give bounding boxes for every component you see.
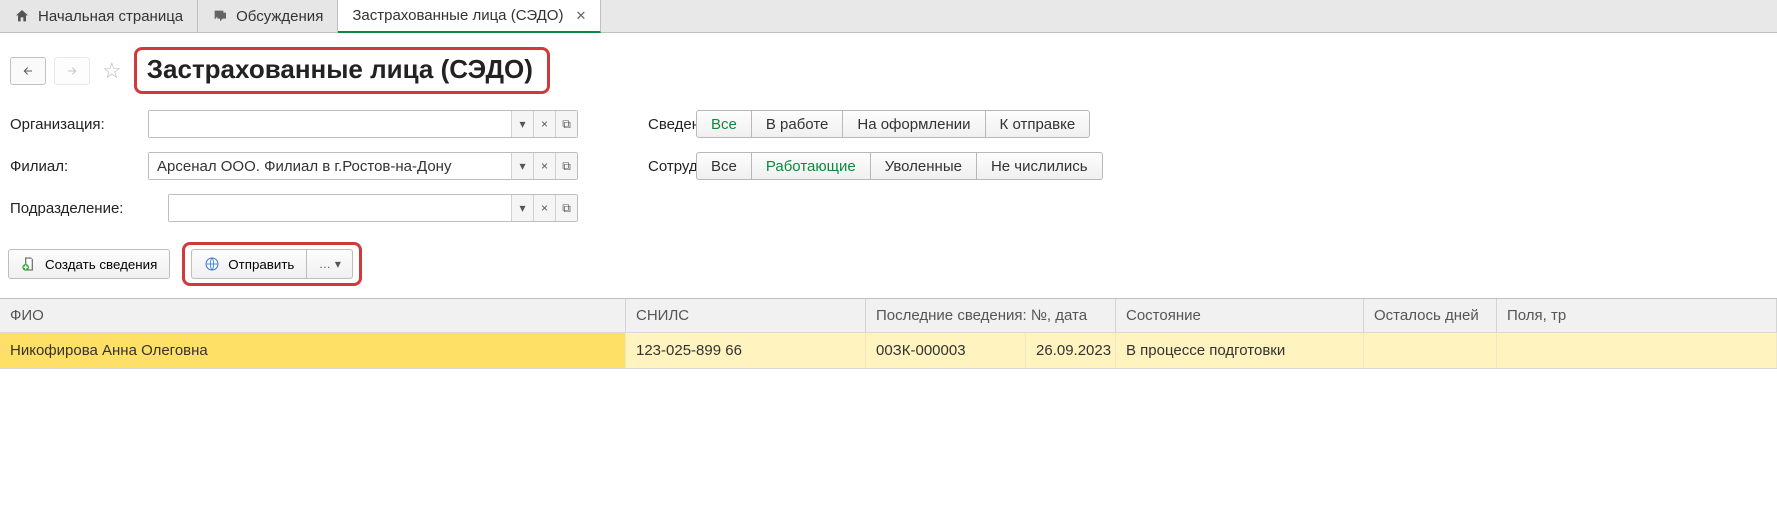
tab-label: Начальная страница [38, 8, 183, 25]
cell-num: 00ЗК-000003 [866, 333, 1026, 368]
tabs-bar: Начальная страница Обсуждения Застрахова… [0, 0, 1777, 33]
branch-input[interactable] [149, 153, 511, 179]
cell-fields [1497, 333, 1777, 368]
tab-label: Застрахованные лица (СЭДО) [352, 7, 563, 24]
send-button[interactable]: Отправить [191, 249, 307, 279]
seg-tosend[interactable]: К отправке [985, 110, 1091, 138]
org-combo: ▾ × ⧉ [148, 110, 578, 138]
svedeniya-segment: Все В работе На оформлении К отправке [696, 110, 1090, 138]
more-label: … [319, 257, 331, 271]
nav-back-button[interactable] [10, 57, 46, 85]
table-row[interactable]: Никофирова Анна Олеговна 123-025-899 66 … [0, 333, 1777, 369]
col-status[interactable]: Состояние [1116, 299, 1364, 332]
clear-icon[interactable]: × [533, 111, 555, 137]
org-label: Организация: [8, 116, 148, 133]
home-icon [14, 8, 30, 24]
svedeniya-label: Сведения: [578, 116, 684, 133]
title-highlight: Застрахованные лица (СЭДО) [134, 47, 550, 94]
page-header: ☆ Застрахованные лица (СЭДО) [0, 33, 1777, 98]
close-icon[interactable]: ✕ [575, 8, 586, 24]
tab-discussions[interactable]: Обсуждения [198, 0, 338, 32]
col-fio[interactable]: ФИО [0, 299, 626, 332]
seg-dismissed[interactable]: Уволенные [870, 152, 977, 180]
sotrudniki-segment: Все Работающие Уволенные Не числились [696, 152, 1103, 180]
tab-label: Обсуждения [236, 8, 323, 25]
seg-notlisted[interactable]: Не числились [976, 152, 1103, 180]
cell-date: 26.09.2023 [1026, 333, 1116, 368]
clear-icon[interactable]: × [533, 195, 555, 221]
branch-combo: ▾ × ⧉ [148, 152, 578, 180]
seg-all[interactable]: Все [696, 110, 752, 138]
nav-forward-button[interactable] [54, 57, 90, 85]
create-label: Создать сведения [45, 257, 157, 272]
chevron-down-icon: ▾ [335, 257, 341, 271]
chat-icon [212, 8, 228, 24]
cell-daysleft [1364, 333, 1497, 368]
grid-header: ФИО СНИЛС Последние сведения: №, дата Со… [0, 299, 1777, 333]
filters: Организация: ▾ × ⧉ Сведения: Все В работ… [0, 98, 1777, 222]
branch-label: Филиал: [8, 158, 148, 175]
col-snils[interactable]: СНИЛС [626, 299, 866, 332]
seg-inwork[interactable]: В работе [751, 110, 844, 138]
org-input[interactable] [149, 111, 511, 137]
cell-snils: 123-025-899 66 [626, 333, 866, 368]
dept-combo: ▾ × ⧉ [168, 194, 578, 222]
dropdown-icon[interactable]: ▾ [511, 153, 533, 179]
create-button[interactable]: Создать сведения [8, 249, 170, 279]
col-daysleft[interactable]: Осталось дней [1364, 299, 1497, 332]
dept-label: Подразделение: [8, 200, 168, 217]
send-highlight: Отправить … ▾ [182, 242, 362, 286]
toolbar: Создать сведения Отправить … ▾ [0, 236, 1777, 298]
clear-icon[interactable]: × [533, 153, 555, 179]
open-icon[interactable]: ⧉ [555, 153, 577, 179]
document-add-icon [21, 256, 37, 272]
seg-working[interactable]: Работающие [751, 152, 871, 180]
favorite-icon[interactable]: ☆ [98, 58, 126, 84]
seg-processing[interactable]: На оформлении [842, 110, 985, 138]
seg-all-emp[interactable]: Все [696, 152, 752, 180]
dept-input[interactable] [169, 195, 511, 221]
send-splitbutton: Отправить … ▾ [191, 249, 353, 279]
grid: ФИО СНИЛС Последние сведения: №, дата Со… [0, 298, 1777, 369]
tab-home[interactable]: Начальная страница [0, 0, 198, 32]
cell-status: В процессе подготовки [1116, 333, 1364, 368]
dropdown-icon[interactable]: ▾ [511, 195, 533, 221]
tab-insured-persons[interactable]: Застрахованные лица (СЭДО) ✕ [338, 0, 601, 33]
page-title: Застрахованные лица (СЭДО) [147, 54, 533, 85]
col-lastinfo[interactable]: Последние сведения: №, дата [866, 299, 1116, 332]
send-more-button[interactable]: … ▾ [307, 249, 353, 279]
open-icon[interactable]: ⧉ [555, 111, 577, 137]
cell-fio: Никофирова Анна Олеговна [0, 333, 626, 368]
dropdown-icon[interactable]: ▾ [511, 111, 533, 137]
globe-icon [204, 256, 220, 272]
sotrudniki-label: Сотрудники: [578, 158, 684, 175]
col-fields[interactable]: Поля, тр [1497, 299, 1777, 332]
open-icon[interactable]: ⧉ [555, 195, 577, 221]
send-label: Отправить [228, 257, 294, 272]
